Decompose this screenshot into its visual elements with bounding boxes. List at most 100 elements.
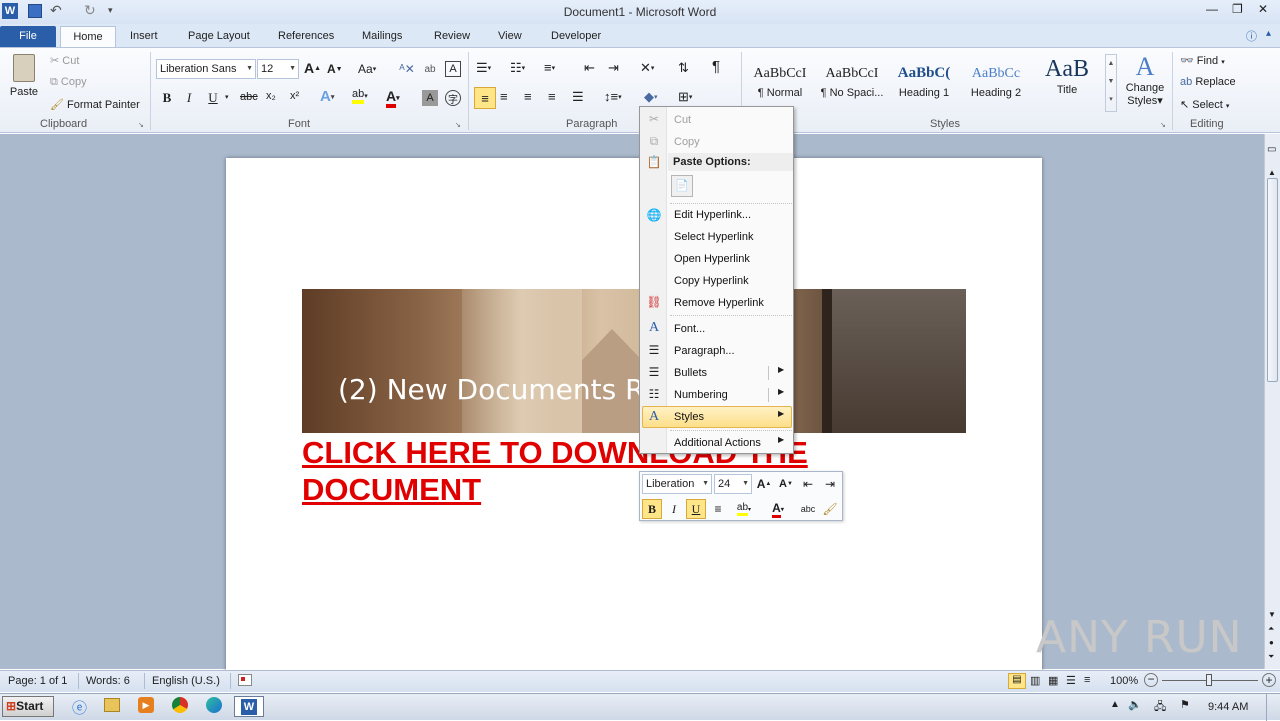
style-heading-2[interactable]: AaBbCc Heading 2 [960, 54, 1032, 112]
superscript-button[interactable]: x² [290, 90, 299, 102]
font-color-icon[interactable]: A ▾ [386, 88, 400, 108]
clear-formatting-icon[interactable]: ᴬ✕ [398, 60, 416, 78]
bullets-icon[interactable]: ☰ ▾ [476, 60, 491, 76]
macro-record-icon[interactable] [238, 674, 252, 686]
mini-underline-button[interactable]: U [686, 499, 706, 519]
tab-insert[interactable]: Insert [119, 26, 169, 48]
tray-expand-icon[interactable]: ▲ [1110, 699, 1120, 710]
italic-button[interactable]: I [182, 90, 196, 106]
menu-item-edit-hyperlink[interactable]: Edit Hyperlink... [674, 206, 751, 224]
mini-increase-indent-icon[interactable]: ⇥ [820, 474, 840, 494]
print-layout-icon[interactable]: ▤ [1008, 673, 1026, 689]
minimize-button[interactable]: — [1206, 2, 1218, 16]
status-words[interactable]: Words: 6 [86, 675, 130, 687]
menu-item-font[interactable]: Font... [674, 320, 705, 338]
status-language[interactable]: English (U.S.) [152, 675, 220, 687]
strikethrough-button[interactable]: abc [240, 91, 258, 103]
underline-dropdown-icon[interactable]: ▾ [225, 93, 229, 101]
mini-shrink-font-icon[interactable]: A ▼ [776, 474, 796, 494]
prev-page-icon[interactable]: ⏶ [1268, 624, 1274, 634]
paste-button[interactable]: Paste [6, 52, 42, 112]
mini-size-field[interactable]: 24 ▼ [714, 474, 752, 494]
restore-button[interactable]: ❐ [1232, 2, 1243, 16]
mini-font-field[interactable]: Liberation ▼ [642, 474, 712, 494]
numbering-icon[interactable]: ☷ ▾ [510, 60, 525, 76]
align-center-icon[interactable]: ≡ [500, 89, 508, 104]
explorer-icon[interactable] [104, 698, 120, 712]
borders-icon[interactable]: ⊞ ▾ [678, 89, 692, 105]
zoom-level[interactable]: 100% [1110, 675, 1138, 687]
align-right-icon[interactable]: ≡ [524, 89, 532, 104]
shrink-font-button[interactable]: A ▼ [327, 62, 343, 76]
increase-indent-icon[interactable]: ⇥ [608, 60, 619, 76]
menu-item-numbering[interactable]: Numbering [674, 386, 728, 404]
tab-page-layout[interactable]: Page Layout [177, 26, 261, 48]
chevron-down-icon[interactable]: ▼ [702, 475, 709, 493]
subscript-button[interactable]: x₂ [266, 90, 276, 102]
format-painter-button[interactable]: 🖌 Format Painter [50, 98, 140, 111]
menu-item-additional-actions[interactable]: Additional Actions [674, 434, 761, 452]
chevron-down-icon[interactable]: ▼ [246, 60, 253, 78]
status-page[interactable]: Page: 1 of 1 [8, 675, 67, 687]
sort-icon[interactable]: ⇅ [678, 60, 689, 76]
phonetic-guide-icon[interactable]: ab [422, 60, 438, 78]
ie-icon[interactable]: ⓔ [72, 697, 87, 718]
styles-scroll[interactable]: ▲ ▼ ▾ [1105, 54, 1117, 112]
submenu-arrow-icon[interactable]: ▶ [778, 409, 784, 418]
font-launcher-icon[interactable]: ↘ [455, 121, 461, 129]
document-image[interactable]: (2) New Documents Re [302, 289, 966, 433]
start-button[interactable]: ⊞Start [2, 696, 54, 717]
highlight-icon[interactable]: ab ▾ [352, 88, 368, 104]
shading-icon[interactable]: ◆ ▾ [644, 89, 658, 105]
font-name-field[interactable]: Liberation Sans ▼ [156, 59, 256, 79]
style-title[interactable]: AaB Title [1034, 54, 1100, 112]
tab-review[interactable]: Review [423, 26, 481, 48]
show-desktop-button[interactable] [1266, 694, 1280, 721]
next-page-icon[interactable]: ⏷ [1268, 652, 1274, 662]
bold-button[interactable]: B [160, 90, 174, 106]
tab-view[interactable]: View [487, 26, 533, 48]
vertical-scrollbar[interactable]: ▭ ▲ ▼ ⏶ ● ⏷ [1264, 134, 1280, 669]
zoom-in-icon[interactable]: + [1262, 673, 1276, 687]
menu-item-copy[interactable]: Copy [674, 133, 700, 151]
underline-button[interactable]: U [206, 90, 220, 106]
mini-format-painter-icon[interactable]: 🖌 [820, 499, 840, 519]
draft-icon[interactable]: ≡ [1084, 674, 1090, 686]
menu-item-select-hyperlink[interactable]: Select Hyperlink [674, 228, 753, 246]
mini-bold-button[interactable]: B [642, 499, 662, 519]
help-icon[interactable]: ⓘ [1246, 28, 1257, 44]
styles-launcher-icon[interactable]: ↘ [1160, 121, 1166, 129]
change-styles-button[interactable]: A Change Styles▾ [1122, 52, 1168, 114]
zoom-out-icon[interactable]: − [1144, 673, 1158, 687]
grow-font-button[interactable]: A ▲ [304, 60, 321, 76]
style-normal[interactable]: AaBbCcI ¶ Normal [746, 54, 814, 112]
media-player-icon[interactable]: ▶ [138, 697, 154, 713]
asian-layout-icon[interactable]: ✕ ▾ [640, 60, 654, 76]
menu-item-styles-highlight[interactable] [642, 406, 792, 428]
tab-file[interactable]: File [0, 26, 56, 48]
align-left-icon[interactable]: ≡ [474, 87, 496, 109]
submenu-arrow-icon[interactable]: ▶ [778, 387, 784, 396]
action-center-icon[interactable]: ⚑ [1180, 698, 1190, 711]
text-effects-icon[interactable]: A ▾ [320, 88, 334, 105]
justify-icon[interactable]: ≡ [548, 89, 556, 104]
paste-keep-text-icon[interactable]: 📄 [671, 175, 693, 197]
mini-decrease-indent-icon[interactable]: ⇤ [798, 474, 818, 494]
font-size-field[interactable]: 12 ▼ [257, 59, 299, 79]
zoom-slider-thumb[interactable] [1206, 674, 1212, 686]
mini-highlight-icon[interactable]: ab ▾ [730, 499, 758, 519]
full-screen-reading-icon[interactable]: ▥ [1030, 674, 1040, 687]
mini-grow-font-icon[interactable]: A ▲ [754, 474, 774, 494]
tab-mailings[interactable]: Mailings [351, 26, 413, 48]
ruler-toggle-icon[interactable]: ▭ [1267, 144, 1276, 155]
change-case-button[interactable]: Aa ▾ [358, 62, 376, 76]
replace-button[interactable]: ab Replace [1180, 76, 1236, 88]
submenu-arrow-icon[interactable]: ▶ [778, 435, 784, 444]
select-button[interactable]: ↖ Select ▾ [1180, 98, 1229, 111]
volume-icon[interactable]: 🔈 [1128, 698, 1142, 711]
enclose-characters-icon[interactable]: 字 [445, 90, 461, 106]
chrome-icon[interactable] [172, 697, 188, 713]
close-button[interactable]: ✕ [1258, 2, 1268, 16]
menu-item-cut[interactable]: Cut [674, 111, 691, 129]
tab-developer[interactable]: Developer [540, 26, 612, 48]
